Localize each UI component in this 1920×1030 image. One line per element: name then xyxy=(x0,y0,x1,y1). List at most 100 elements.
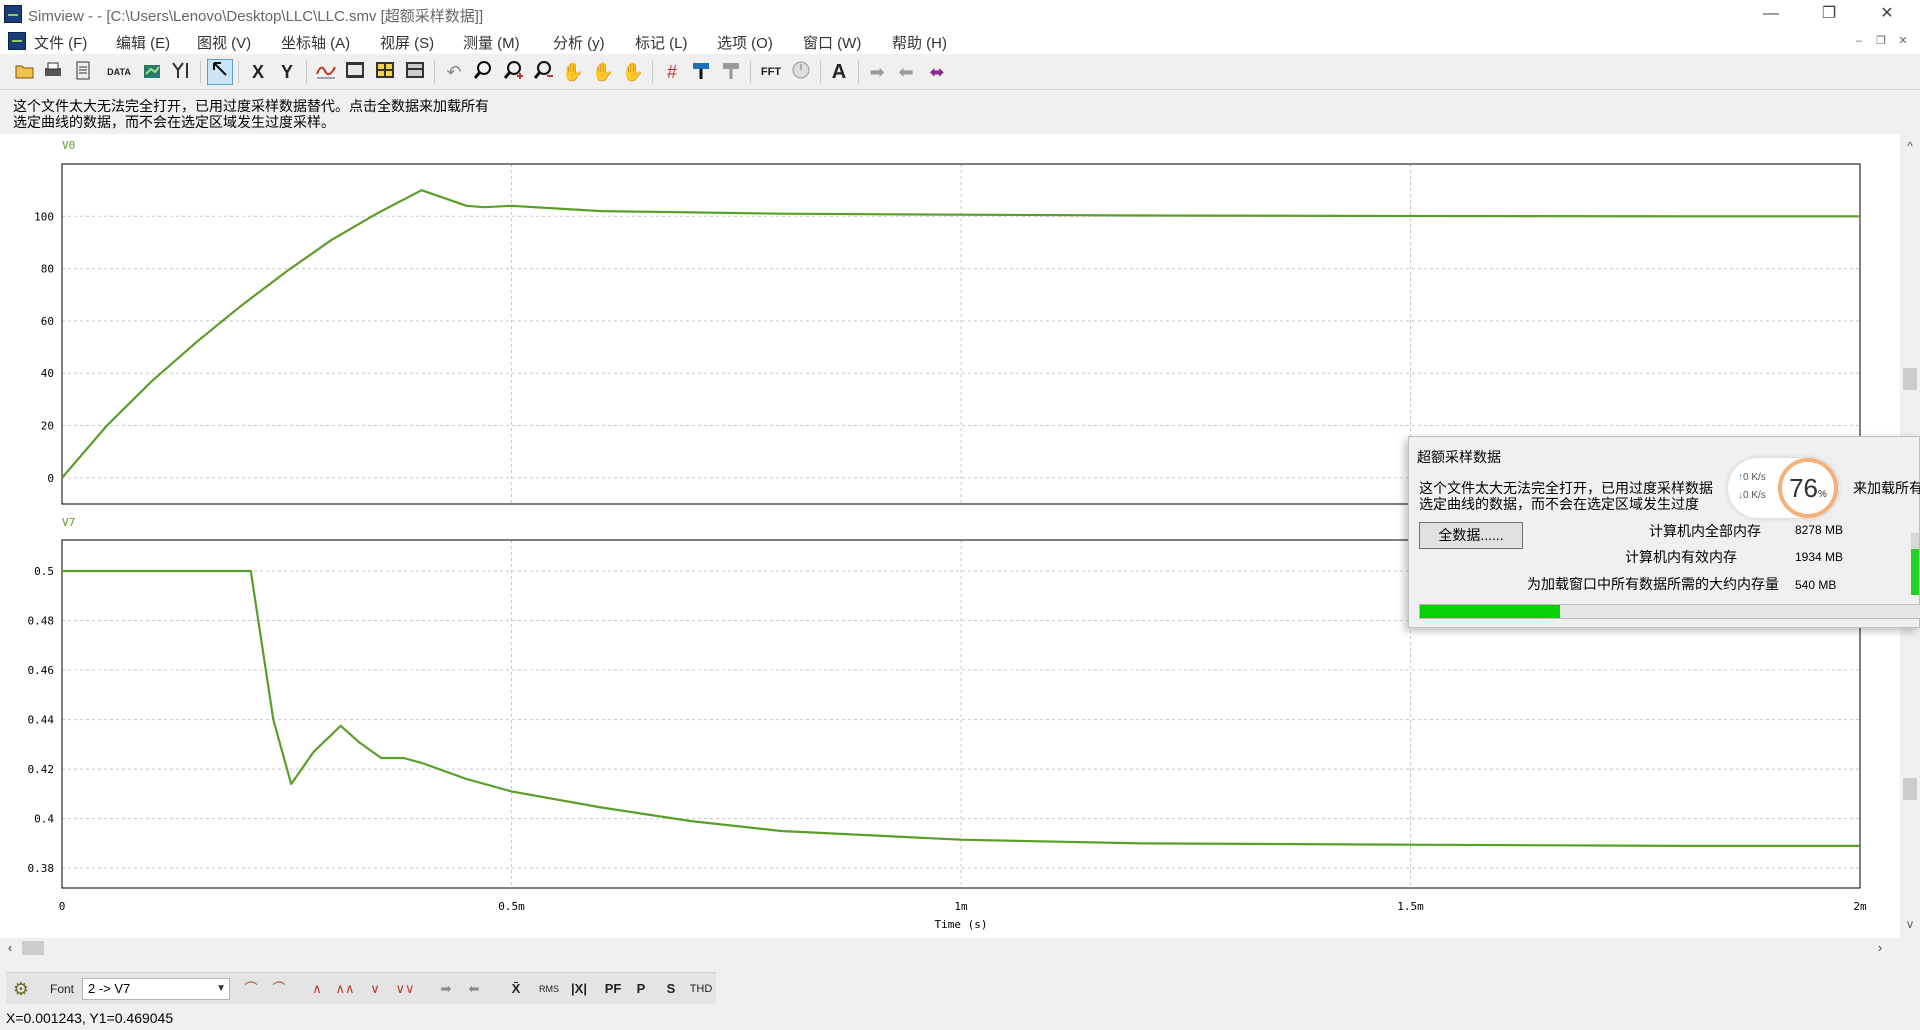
scroll-right-icon[interactable]: › xyxy=(1872,938,1888,958)
rising-edge-icon[interactable]: ⌒ xyxy=(238,978,264,1000)
marker-grey-icon[interactable] xyxy=(718,59,744,85)
grid-icon[interactable]: # xyxy=(659,59,685,85)
y-tick-label: 0.4 xyxy=(34,813,54,826)
select-cursor-icon[interactable] xyxy=(207,59,233,85)
single-screen-icon[interactable] xyxy=(342,59,368,85)
minimize-button[interactable]: — xyxy=(1748,0,1794,28)
toolbar-separator xyxy=(820,61,821,83)
available-memory-value: 1934 MB xyxy=(1795,550,1844,564)
x-axis-label: Time (s) xyxy=(935,918,988,931)
memory-level-fill xyxy=(1911,548,1919,595)
print-icon[interactable] xyxy=(40,59,66,85)
pan-horizontal-icon[interactable]: ✋ xyxy=(590,59,616,85)
thd-button[interactable]: THD xyxy=(686,978,716,1000)
main-toolbar: DATA X Y ↶ ✋ ✋ ✋ # FFT A ➡ ⬅ ⬌ xyxy=(0,54,1920,90)
document-icon[interactable] xyxy=(8,32,26,50)
curve-selector[interactable]: 2 -> V7 ▼ xyxy=(82,978,230,1000)
fft-button[interactable]: FFT xyxy=(756,59,786,85)
y-tick-label: 0.48 xyxy=(28,614,55,627)
vertical-scroll-thumb-bottom[interactable] xyxy=(1903,778,1917,800)
horizontal-scrollbar[interactable]: ‹ › xyxy=(0,938,1900,958)
mdi-minimize-button[interactable]: – xyxy=(1850,33,1868,49)
next-arrow-icon[interactable]: ➡ xyxy=(434,978,458,1000)
title-bar: Simview - - [C:\Users\Lenovo\Desktop\LLC… xyxy=(0,0,1920,28)
menu-window[interactable]: 窗口 (W) xyxy=(803,32,861,53)
abs-mean-icon[interactable]: |X| xyxy=(568,978,590,1000)
menu-file[interactable]: 文件 (F) xyxy=(34,32,87,53)
memory-level-bar xyxy=(1911,533,1919,595)
x-tick-label: 1m xyxy=(954,900,968,913)
data-icon[interactable]: DATA xyxy=(106,59,132,85)
y-tick-label: 0 xyxy=(47,472,54,485)
add-curve-icon[interactable] xyxy=(140,59,166,85)
required-memory-label: 为加载窗口中所有数据所需的大约内存量 xyxy=(1527,576,1779,592)
mdi-close-button[interactable]: ✕ xyxy=(1894,33,1912,49)
menu-label[interactable]: 标记 (L) xyxy=(635,32,688,53)
arrow-left-icon[interactable]: ⬅ xyxy=(893,59,919,85)
menu-options[interactable]: 选项 (O) xyxy=(717,32,773,53)
pf-button[interactable]: PF xyxy=(600,978,626,1000)
screen-layout-icon[interactable] xyxy=(402,59,428,85)
close-button[interactable]: ✕ xyxy=(1864,0,1910,28)
zoom-in-icon[interactable] xyxy=(500,59,526,85)
upload-speed-value: 0 K/s xyxy=(1743,472,1766,483)
falling-edge-icon[interactable]: ⌒ xyxy=(266,978,292,1000)
curve-selected-value: 2 -> V7 xyxy=(88,981,131,996)
open-file-icon[interactable] xyxy=(12,59,38,85)
scroll-left-icon[interactable]: ‹ xyxy=(2,938,18,958)
vertical-scroll-thumb-top[interactable] xyxy=(1903,368,1917,390)
mean-icon[interactable]: X̄ xyxy=(506,978,526,1000)
arrow-right-icon[interactable]: ➡ xyxy=(864,59,890,85)
horizontal-scroll-thumb[interactable] xyxy=(22,941,44,955)
arrow-both-icon[interactable]: ⬌ xyxy=(924,59,950,85)
clock-icon[interactable] xyxy=(788,59,814,85)
dialog-message-line-2: 选定曲线的数据，而不会在选定区域发生过度 xyxy=(1419,496,1699,512)
message-line-2: 选定曲线的数据，而不会在选定区域发生过度采样。 xyxy=(13,114,335,130)
x-axis-button[interactable]: X xyxy=(245,59,271,85)
required-memory-value: 540 MB xyxy=(1795,578,1837,592)
y-tick-label: 0.42 xyxy=(28,763,55,776)
zoom-icon[interactable] xyxy=(470,59,496,85)
grid-screen-icon[interactable] xyxy=(372,59,398,85)
text-label-button[interactable]: A xyxy=(826,59,852,85)
network-speed-widget[interactable]: ↑0 K/s ↓0 K/s 76% xyxy=(1728,458,1838,518)
download-speed: ↓0 K/s xyxy=(1738,490,1766,501)
clipboard-icon[interactable] xyxy=(70,59,96,85)
full-data-button[interactable]: 全数据...... xyxy=(1419,522,1523,549)
min-icon[interactable]: ∨ xyxy=(362,978,388,1000)
marker-icon[interactable] xyxy=(688,59,714,85)
local-max-icon[interactable]: ∧∧ xyxy=(332,978,358,1000)
menu-analysis[interactable]: 分析 (y) xyxy=(553,32,605,53)
menu-axis[interactable]: 坐标轴 (A) xyxy=(281,32,350,53)
menu-help[interactable]: 帮助 (H) xyxy=(892,32,947,53)
menu-edit[interactable]: 编辑 (E) xyxy=(116,32,170,53)
rms-button[interactable]: RMS xyxy=(532,978,566,1000)
available-memory-label: 计算机内有效内存 xyxy=(1625,549,1737,565)
menu-measure[interactable]: 测量 (M) xyxy=(463,32,520,53)
max-icon[interactable]: ∧ xyxy=(304,978,330,1000)
y-axis-button[interactable]: Y xyxy=(274,59,300,85)
menu-view[interactable]: 图视 (V) xyxy=(197,32,251,53)
p-button[interactable]: P xyxy=(632,978,650,1000)
x-tick-label: 0 xyxy=(59,900,66,913)
menu-screen[interactable]: 视屏 (S) xyxy=(380,32,434,53)
prev-arrow-icon[interactable]: ⬅ xyxy=(462,978,486,1000)
local-min-icon[interactable]: ∨∨ xyxy=(392,978,418,1000)
toolbar-separator xyxy=(858,61,859,83)
y-tick-label: 60 xyxy=(41,315,54,328)
mdi-restore-button[interactable]: ❐ xyxy=(1872,33,1890,49)
menu-bar: 文件 (F) 编辑 (E) 图视 (V) 坐标轴 (A) 视屏 (S) 测量 (… xyxy=(0,28,1920,54)
s-button[interactable]: S xyxy=(662,978,680,1000)
hand-icon[interactable]: ✋ xyxy=(620,59,646,85)
settings-gear-icon[interactable]: ⚙ xyxy=(10,978,32,1000)
y-axis-icon[interactable] xyxy=(168,59,194,85)
waveform-icon[interactable] xyxy=(313,59,339,85)
scroll-down-icon[interactable]: v xyxy=(1900,916,1920,932)
font-button[interactable]: Font xyxy=(48,978,76,1000)
zoom-out-icon[interactable] xyxy=(530,59,556,85)
pan-vertical-icon[interactable]: ✋ xyxy=(560,59,586,85)
undo-zoom-icon[interactable]: ↶ xyxy=(441,59,467,85)
restore-button[interactable]: ❐ xyxy=(1806,0,1852,28)
scroll-up-icon[interactable]: ^ xyxy=(1900,138,1920,154)
load-progress-bar xyxy=(1419,604,1920,619)
